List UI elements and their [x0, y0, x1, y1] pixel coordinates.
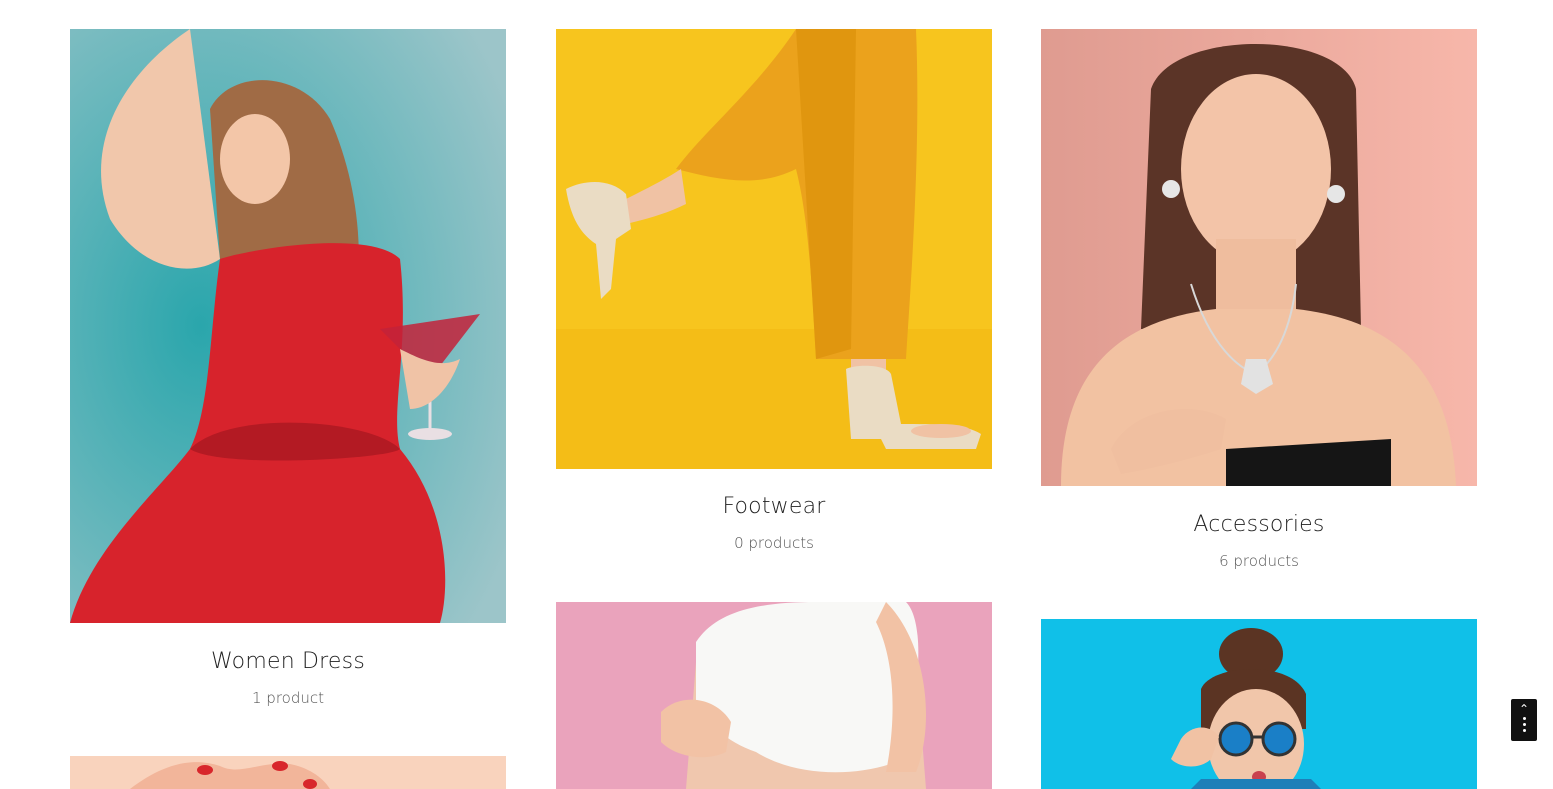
category-title[interactable]: Footwear — [556, 493, 992, 521]
category-card-women-dress[interactable]: Women Dress 1 product — [70, 29, 506, 708]
category-image-women-dress[interactable] — [70, 29, 506, 623]
woman-red-dress-photo — [70, 29, 506, 623]
category-card-footwear[interactable]: Footwear 0 products — [556, 29, 992, 553]
scroll-to-top-button[interactable]: ⌃ — [1511, 699, 1537, 741]
accessories-jewelry-photo — [1041, 29, 1477, 486]
category-count: 0 products — [734, 534, 814, 552]
category-count: 1 product — [251, 689, 324, 707]
footwear-yellow-photo — [556, 29, 992, 469]
category-card-sunglasses[interactable] — [1041, 619, 1477, 789]
white-top-pink-photo — [556, 602, 992, 789]
category-count: 6 products — [1219, 552, 1299, 570]
category-image-sunglasses[interactable] — [1041, 619, 1477, 789]
category-card-accessories[interactable]: Accessories 6 products — [1041, 29, 1477, 571]
category-image-white-top[interactable] — [556, 602, 992, 789]
more-dots-icon — [1522, 717, 1526, 732]
category-image-accessories[interactable] — [1041, 29, 1477, 486]
chevron-up-icon: ⌃ — [1518, 702, 1530, 716]
category-card-nails[interactable] — [70, 756, 506, 789]
category-card-white-top[interactable] — [556, 602, 992, 789]
category-title[interactable]: Women Dress — [70, 648, 506, 676]
sunglasses-blue-photo — [1041, 619, 1477, 789]
nails-photo — [70, 756, 506, 789]
category-grid: Women Dress 1 product Footwear 0 product… — [0, 0, 1553, 789]
category-image-footwear[interactable] — [556, 29, 992, 469]
category-title[interactable]: Accessories — [1041, 511, 1477, 539]
category-image-nails[interactable] — [70, 756, 506, 789]
